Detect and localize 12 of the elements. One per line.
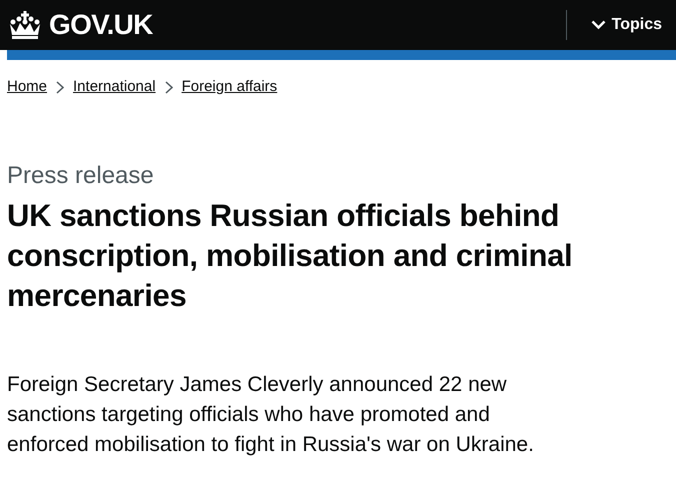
breadcrumb-link[interactable]: Home xyxy=(7,76,48,98)
topics-menu-button[interactable]: Topics xyxy=(566,13,669,37)
document-type: Press release xyxy=(7,160,155,190)
chevron-right-icon xyxy=(56,80,64,94)
gov-logo-link[interactable]: GOV.UK xyxy=(7,4,153,46)
page-title: UK sanctions Russian officials behind conscription, mobilisation and criminal mercenaries xyxy=(7,196,574,314)
summary-text: Foreign Secretary James Cleverly announced 22 new sanctions targeting officials who have promoted and enforced mobilisation to fight in Russia's war on Ukraine. xyxy=(7,372,535,458)
breadcrumb-link[interactable]: Foreign affairs xyxy=(182,76,278,98)
crown-icon xyxy=(7,10,43,40)
chevron-down-icon xyxy=(590,20,606,30)
breadcrumb-link[interactable]: International xyxy=(73,76,156,98)
chevron-right-icon xyxy=(164,80,173,94)
